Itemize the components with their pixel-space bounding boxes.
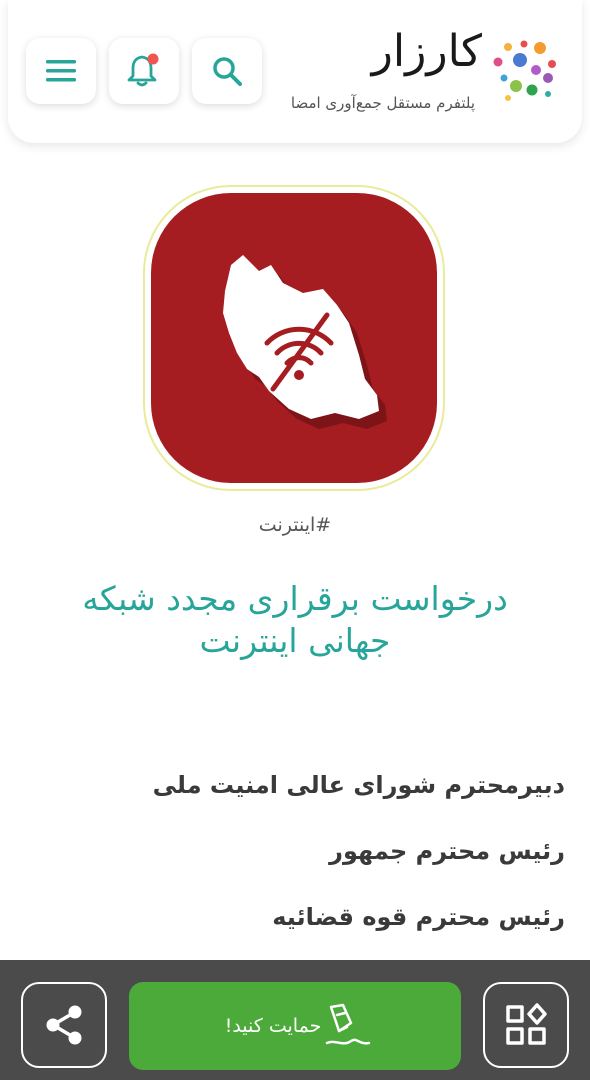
search-button[interactable] [192,38,262,104]
menu-button[interactable] [26,38,96,104]
hamburger-menu-icon [46,60,76,82]
iran-map-no-wifi-icon [223,255,387,429]
recipient-item: دبیرمحترم شورای عالی امنیت ملی [152,771,565,799]
search-icon [213,57,242,86]
recipient-list: دبیرمحترم شورای عالی امنیت ملی رئیس محتر… [20,765,565,963]
recipient-item: رئیس محترم جمهور [329,837,565,865]
categories-button[interactable] [483,982,569,1068]
share-button[interactable] [21,982,107,1068]
support-button[interactable]: حمایت کنید! [129,982,461,1070]
categories-icon [506,1003,547,1045]
bell-icon [127,53,159,87]
petition-image-frame [143,185,445,491]
recipient-item: رئیس محترم قوه قضائیه [272,903,565,931]
notifications-button[interactable] [109,38,179,104]
karzar-logo-icon[interactable] [490,38,562,106]
petition-image [151,193,437,483]
brand-tagline: پلتفرم مستقل جمع‌آوری امضا [290,94,475,112]
support-button-label: حمایت کنید! [224,1015,322,1037]
petition-title: درخواست برقراری مجدد شبکه جهانی اینترنت [82,579,508,660]
bottom-action-bar: حمایت کنید! [0,960,590,1080]
petition-hashtag[interactable]: #اینترنت [0,514,590,536]
brand-name[interactable]: کارزار [372,30,482,74]
notification-dot [147,53,159,65]
share-icon [46,1005,82,1045]
sign-pen-icon [326,1003,371,1045]
